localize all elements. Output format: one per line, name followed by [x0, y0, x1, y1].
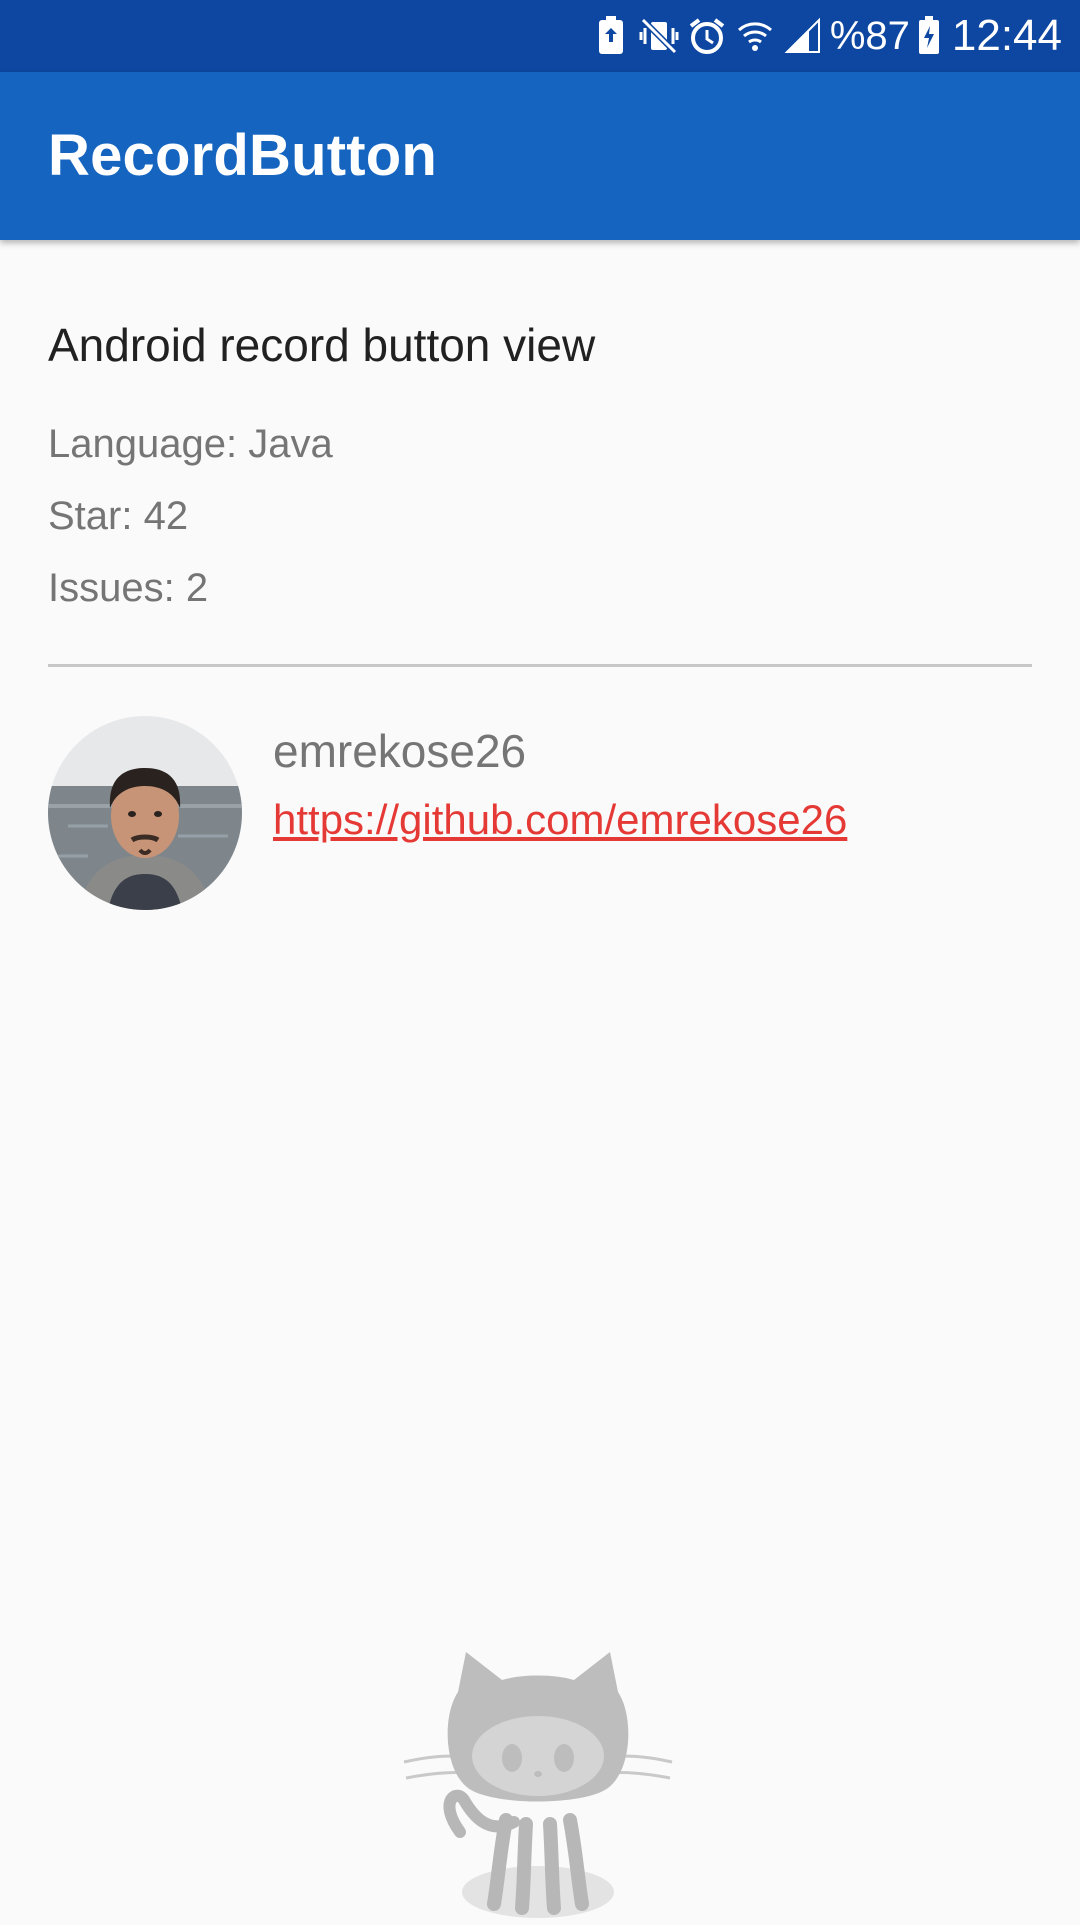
app-title: RecordButton — [48, 123, 438, 188]
repo-language: Language: Java — [48, 422, 333, 466]
alarm-icon — [686, 14, 728, 58]
wifi-icon — [734, 14, 776, 58]
repo-description: Android record button view — [48, 319, 596, 371]
battery-icon — [916, 14, 942, 58]
clock: 12:44 — [951, 11, 1062, 60]
vibrate-mute-icon — [638, 14, 680, 58]
divider — [48, 664, 1032, 667]
battery-percent: %87 — [829, 14, 910, 58]
owner-name: emrekose26 — [273, 725, 527, 777]
battery-saver-icon — [590, 14, 632, 58]
owner-url-link[interactable]: https://github.com/emrekose26 — [273, 796, 847, 844]
app-bar: RecordButton — [0, 72, 1080, 240]
avatar[interactable] — [48, 716, 242, 910]
octocat-icon — [398, 1652, 678, 1920]
signal-icon — [782, 14, 824, 58]
status-bar: %87 12:44 — [0, 0, 1080, 72]
repo-stars: Star: 42 — [48, 494, 189, 538]
repo-issues: Issues: 2 — [48, 566, 209, 610]
